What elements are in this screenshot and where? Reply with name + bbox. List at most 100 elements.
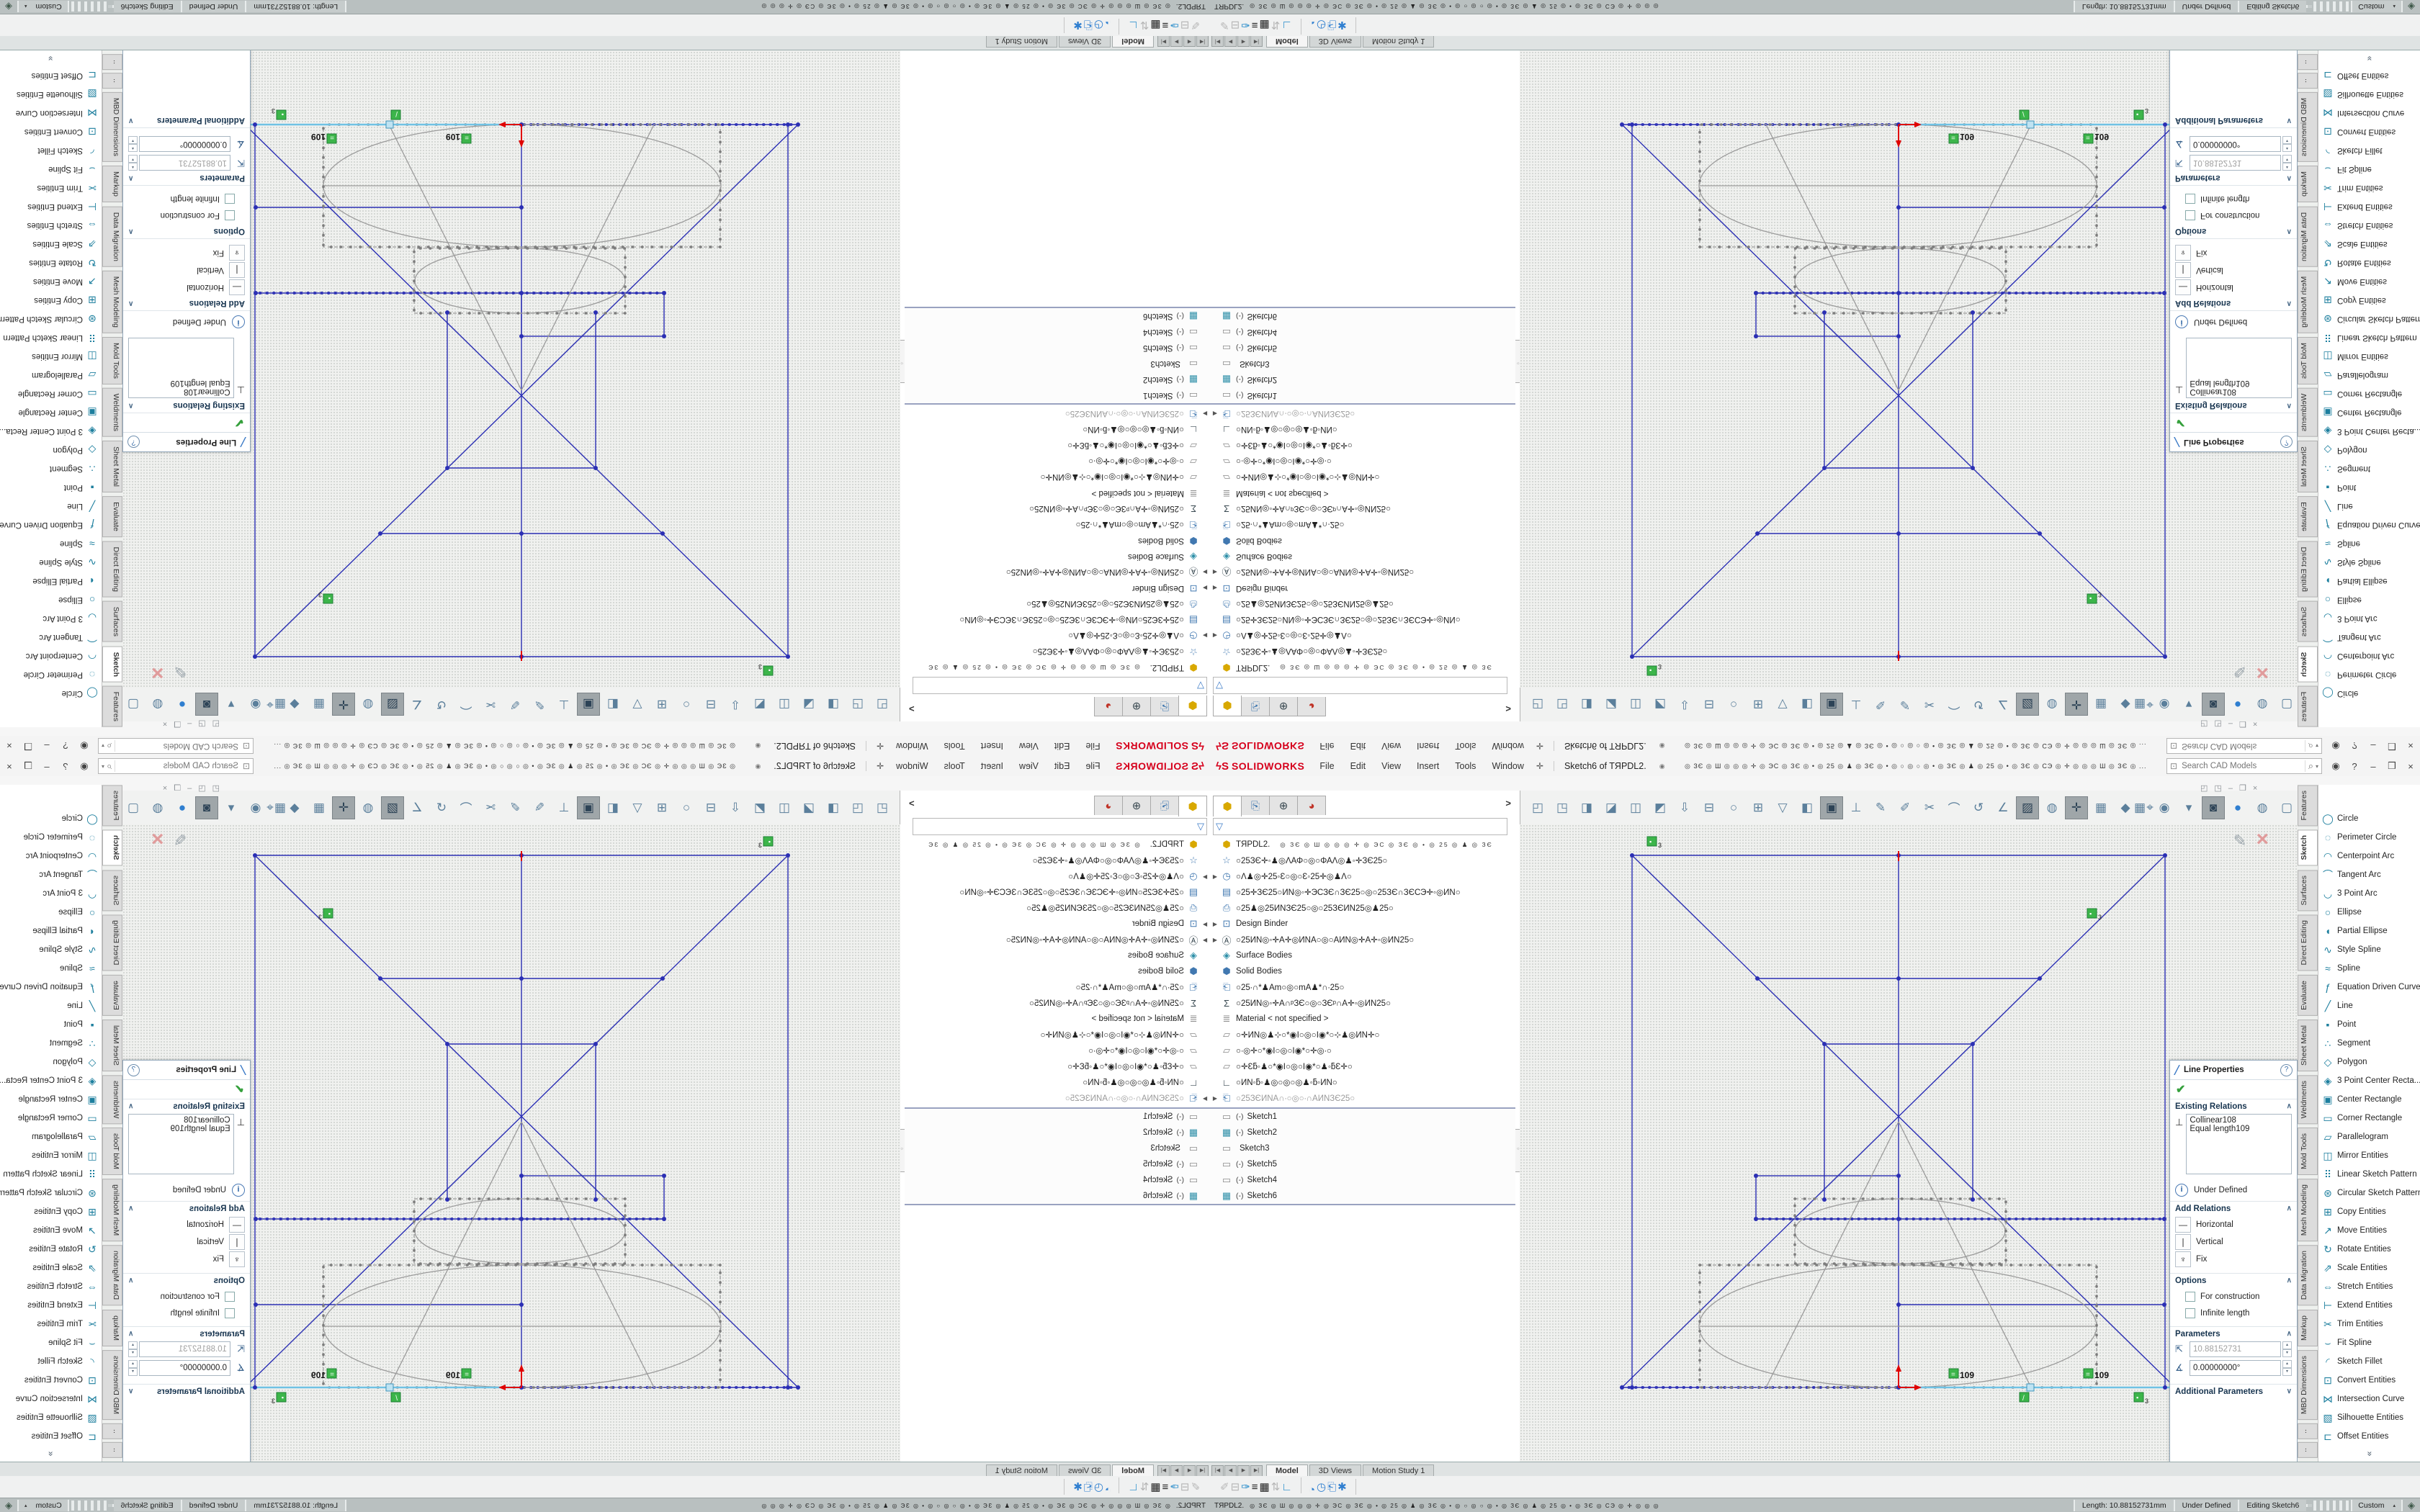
sketch-tool-item[interactable]: ⊏ Offset Entities: [2318, 1427, 2420, 1446]
toolbar-icon[interactable]: ⊞: [1747, 796, 1770, 819]
tree-item-row[interactable]: ⎗ ○25∙∩*♟Αm○◎○mΑ♟*∩∙25○: [905, 517, 1210, 533]
cancel-sketch-icon[interactable]: ×: [151, 661, 164, 685]
checkbox[interactable]: [225, 1292, 235, 1302]
collapse-chevron-icon[interactable]: ∧: [128, 1102, 133, 1111]
menu-item[interactable]: Tools: [936, 761, 973, 771]
tree-item-row[interactable]: ⎗ ○25∙∩*♟Αm○◎○mΑ♟*∩∙25○: [1210, 517, 1515, 533]
commandmanager-tab[interactable]: Weldments: [102, 388, 122, 437]
sketch-tool-item[interactable]: ◌ Perimeter Circle: [0, 665, 102, 684]
minimize-button[interactable]: –: [37, 761, 56, 772]
user-account-icon[interactable]: ◉: [75, 760, 94, 772]
tree-item-row[interactable]: ▶ ⊡ Design Binder: [1210, 580, 1515, 596]
search-input[interactable]: [2180, 741, 2305, 751]
parameter-input[interactable]: 10.88152731: [139, 155, 230, 171]
annotation-tool-icon[interactable]: ◷: [1094, 1481, 1103, 1493]
menu-item[interactable]: View: [1373, 741, 1409, 751]
spinner[interactable]: ▴▾: [2282, 1360, 2292, 1376]
commandmanager-tab[interactable]: Sketch: [102, 829, 122, 865]
sketch-tool-item[interactable]: ⌒ Tangent Arc: [0, 865, 102, 884]
toolbar-icon[interactable]: ⇩: [724, 693, 747, 716]
sketch-tool-item[interactable]: ▣ Center Rectangle: [0, 403, 102, 422]
tab-nav-button[interactable]: ▶|: [1157, 35, 1170, 47]
sketch-tool-item[interactable]: ⇗ Scale Entities: [0, 1259, 102, 1277]
sketch-tool-item[interactable]: ◌ Perimeter Circle: [0, 828, 102, 847]
doc-window-button[interactable]: ◳: [198, 719, 205, 728]
search-icon[interactable]: ⌕: [2305, 740, 2313, 752]
spinner[interactable]: ▴▾: [128, 1360, 138, 1376]
tree-expand-arrow[interactable]: ▶: [1210, 633, 1220, 639]
menu-item[interactable]: View: [1373, 761, 1409, 771]
toolbar-icon[interactable]: ✛: [2065, 796, 2088, 819]
sketch-tool-item[interactable]: ≈ Spline: [2318, 534, 2420, 553]
menu-item[interactable]: Window: [888, 761, 936, 771]
doc-window-button[interactable]: ×: [163, 719, 167, 728]
search-box[interactable]: ⊡ ⌕ ▾: [98, 758, 254, 774]
panel-tab[interactable]: ⬢: [1178, 796, 1207, 816]
close-button[interactable]: ×: [2401, 741, 2420, 752]
view-toolbar-icon[interactable]: ◉: [2153, 693, 2176, 716]
parameter-input[interactable]: 10.88152731: [139, 1341, 230, 1357]
toolbar-icon[interactable]: ↺: [430, 693, 453, 716]
annotation-tool-icon[interactable]: ▦: [1150, 19, 1160, 31]
view-toolbar-icon[interactable]: ▾: [220, 796, 243, 819]
tree-sketch-row[interactable]: ▭ (-) Sketch5: [1210, 1156, 1515, 1172]
tree-item-row[interactable]: ∟ ○ИN◦ƃ◦♟◎○◎○◎♟◦ƃ◦ИN○: [905, 422, 1210, 438]
tree-item-row[interactable]: ▤ ○25✛ЗЄ25○ИN◎◦✛ЭСЗЄ∩ЗЄ25○◎○25ЗЄ∩ЗЄСЭ✛◦◎…: [905, 612, 1210, 628]
menu-item[interactable]: Insert: [1409, 761, 1447, 771]
sketch-tool-item[interactable]: ⠿ Linear Sketch Pattern: [2318, 328, 2420, 347]
annotation-tool-icon[interactable]: ◷: [1094, 19, 1103, 31]
pm-help-icon[interactable]: ?: [127, 436, 140, 449]
parameter-input[interactable]: 10.88152731: [2190, 1341, 2281, 1357]
tree-item-row[interactable]: ☆ ○25ЗЄ✛◦♟◎ΛΑΦ○◎○ΦΑΛ◎♟◦✛ЗЄ25○: [1210, 644, 1515, 660]
tree-sketch-row[interactable]: ▦ (-) Sketch2: [905, 1125, 1210, 1140]
toolbar-icon[interactable]: ▨: [2016, 796, 2039, 819]
toolbar-icon[interactable]: ⇩: [1673, 796, 1696, 819]
menu-item[interactable]: Window: [888, 741, 936, 751]
sketch-tool-item[interactable]: ⊞ Copy Entities: [0, 291, 102, 310]
sketch-tool-item[interactable]: ◜ Sketch Fillet: [2318, 141, 2420, 160]
model-tab[interactable]: Model: [1112, 35, 1154, 48]
commandmanager-tab[interactable]: ..: [102, 54, 122, 70]
toolbar-icon[interactable]: ○: [1722, 796, 1745, 819]
tree-item-row[interactable]: ◈ Surface Bodies: [1210, 948, 1515, 963]
sketch-tool-item[interactable]: ◌ Perimeter Circle: [2318, 828, 2420, 847]
sketch-tool-item[interactable]: ▧ Silhouette Entities: [0, 85, 102, 104]
commandmanager-tab[interactable]: Evaluate: [2298, 496, 2318, 537]
toolbar-icon[interactable]: ▨: [381, 796, 404, 819]
tree-expand-arrow[interactable]: ▶: [1210, 937, 1220, 943]
collapse-chevron-icon[interactable]: ∧: [2287, 1330, 2292, 1338]
parameter-input[interactable]: 0.00000000°: [2190, 1360, 2281, 1376]
toolbar-icon[interactable]: ◳: [1551, 693, 1574, 716]
restore-button[interactable]: ❒: [19, 740, 37, 752]
tab-nav-button[interactable]: ▶: [1170, 1465, 1183, 1477]
tree-expand-arrow[interactable]: ▶: [1200, 921, 1210, 927]
tab-nav-button[interactable]: ▶: [1237, 35, 1250, 47]
tree-filter-box[interactable]: ▽: [1213, 677, 1507, 694]
menu-item[interactable]: Insert: [973, 761, 1011, 771]
tree-item-row[interactable]: ▶ ⊡ Design Binder: [905, 916, 1210, 932]
add-relation-button[interactable]: ♆ Fix: [128, 1251, 245, 1268]
commandmanager-tab[interactable]: Features: [102, 785, 122, 826]
annotation-tool-icon[interactable]: ◷: [1317, 19, 1326, 31]
commandmanager-tab[interactable]: Markup: [102, 1310, 122, 1346]
tools-overflow-icon[interactable]: »: [45, 1452, 55, 1457]
tree-item-row[interactable]: ▱ ○✛Ԑƃ◦♟○*◉I○◎○I◉*○♟◦ƃԐ✛○: [905, 438, 1210, 454]
spinner[interactable]: ▴▾: [128, 155, 138, 171]
toolbar-icon[interactable]: ▨: [2016, 693, 2039, 716]
commandmanager-tab[interactable]: Data Migration: [2298, 207, 2318, 267]
panel-tabs-expand-icon[interactable]: >: [909, 703, 915, 714]
toolbar-icon[interactable]: ◪: [797, 796, 820, 819]
sketch-tool-item[interactable]: ▱ Parallelogram: [2318, 1128, 2420, 1146]
tree-item-row[interactable]: ▶ ⊡ Design Binder: [905, 580, 1210, 596]
commandmanager-tab[interactable]: Direct Editing: [102, 541, 122, 597]
tree-expand-arrow[interactable]: ▶: [1200, 1095, 1210, 1102]
tree-item-row[interactable]: ▶ ⊡ Design Binder: [1210, 916, 1515, 932]
sketch-tool-item[interactable]: ◜ Sketch Fillet: [0, 141, 102, 160]
sketch-tool-item[interactable]: ▱ Parallelogram: [2318, 366, 2420, 384]
relation-entry[interactable]: Equal length109: [132, 379, 230, 387]
sketch-tool-item[interactable]: ƒ Equation Driven Curve: [0, 516, 102, 534]
tab-nav-button[interactable]: ◀: [1183, 1465, 1196, 1477]
option-checkbox-row[interactable]: For construction: [2175, 207, 2292, 224]
toolbar-icon[interactable]: ▽: [626, 693, 649, 716]
commandmanager-tab[interactable]: ..: [102, 1442, 122, 1458]
